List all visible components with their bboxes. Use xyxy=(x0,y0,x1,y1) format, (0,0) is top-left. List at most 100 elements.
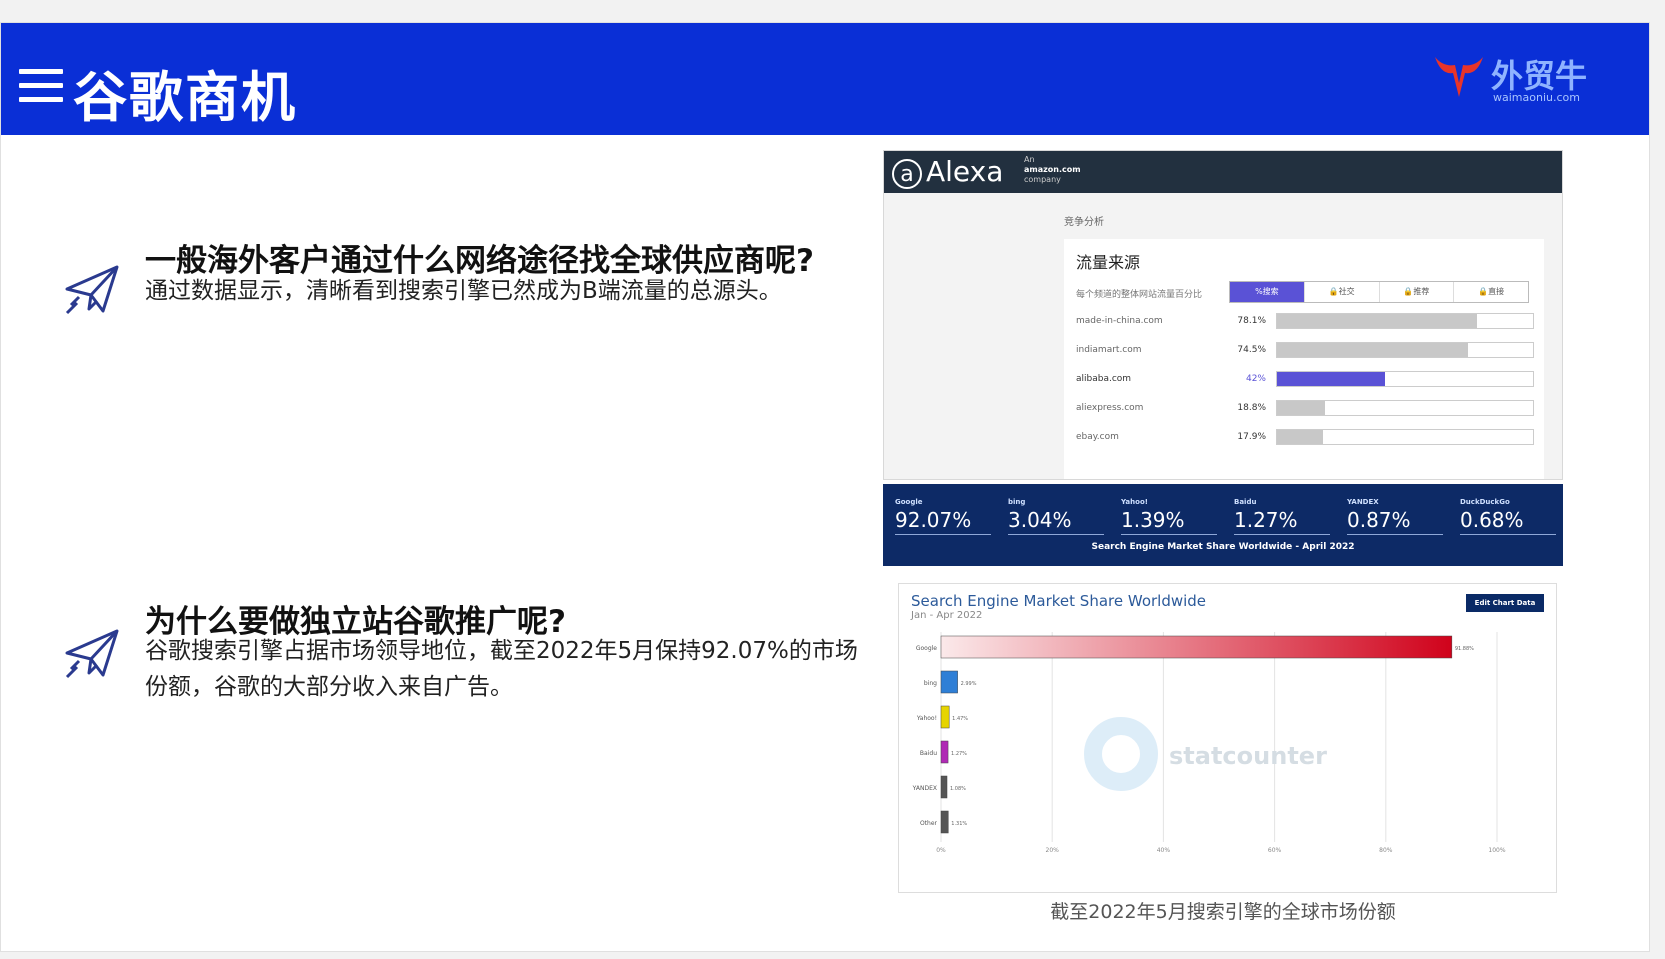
site-percent: 18.8% xyxy=(1237,403,1266,413)
site-percent: 74.5% xyxy=(1237,345,1266,355)
alexa-topbar: a Alexa An amazon.com company xyxy=(884,151,1562,193)
banner-stat: Baidu 1.27% xyxy=(1234,498,1330,535)
site-name: alibaba.com xyxy=(1076,374,1132,384)
banner-stat: Google 92.07% xyxy=(895,498,991,535)
bar-value-label: 1.47% xyxy=(952,716,968,722)
bar xyxy=(940,705,950,729)
x-tick-label: 100% xyxy=(1488,847,1505,854)
percent-bar xyxy=(1277,430,1323,444)
engine-share: 0.68% xyxy=(1460,508,1556,535)
page-title: 谷歌商机 xyxy=(73,66,297,129)
percent-track xyxy=(1276,400,1534,416)
bar xyxy=(940,775,948,799)
market-share-banner: Google 92.07% bing 3.04% Yahoo! 1.39% Baidu 1.2… xyxy=(883,484,1563,566)
engine-share: 92.07% xyxy=(895,508,991,535)
site-percent: 42% xyxy=(1245,374,1266,384)
watermark-text: statcounter xyxy=(1169,742,1327,770)
bar xyxy=(940,670,958,694)
traffic-row: aliexpress.com 18.8% xyxy=(1076,400,1536,418)
question-2-body: 谷歌搜索引擎占据市场领导地位，截至2022年5月保持92.07%的市场份额，谷歌… xyxy=(145,638,858,700)
alexa-tagline-an: An xyxy=(1024,155,1035,164)
banner-title: Search Engine Market Share Worldwide - A… xyxy=(1091,542,1355,552)
banner-stat: bing 3.04% xyxy=(1008,498,1104,535)
percent-track xyxy=(1276,371,1534,387)
traffic-row: made-in-china.com 78.1% xyxy=(1076,313,1536,331)
site-name: indiamart.com xyxy=(1076,345,1142,355)
category-label: Google xyxy=(916,645,937,652)
x-tick-label: 0% xyxy=(936,847,946,854)
percent-track xyxy=(1276,429,1534,445)
tab-referral[interactable]: 🔒推荐 xyxy=(1378,282,1454,302)
tab-direct[interactable]: 🔒直接 xyxy=(1453,282,1528,302)
engine-name: Google xyxy=(895,498,923,506)
bar-value-label: 91.88% xyxy=(1455,646,1474,652)
alexa-tagline: An amazon.com company xyxy=(1024,155,1081,185)
engine-share: 0.87% xyxy=(1347,508,1443,535)
category-label: Baidu xyxy=(920,750,937,757)
brand-logo: 外贸牛 waimaoniu.com xyxy=(1431,51,1601,111)
banner-stat: Yahoo! 1.39% xyxy=(1121,498,1217,535)
engine-share: 1.39% xyxy=(1121,508,1217,535)
site-name: made-in-china.com xyxy=(1076,316,1163,326)
x-tick-label: 80% xyxy=(1379,847,1393,854)
traffic-row: ebay.com 17.9% xyxy=(1076,429,1536,447)
site-percent: 17.9% xyxy=(1237,432,1266,442)
header-bar: 谷歌商机 外贸牛 waimaoniu.com xyxy=(1,23,1649,135)
site-name: aliexpress.com xyxy=(1076,403,1144,413)
brand-url: waimaoniu.com xyxy=(1493,91,1580,104)
percent-bar xyxy=(1277,372,1385,386)
alexa-a-icon: a xyxy=(892,159,922,189)
x-tick-label: 60% xyxy=(1268,847,1282,854)
tab-search[interactable]: %搜索 xyxy=(1230,282,1304,302)
engine-name: Baidu xyxy=(1234,498,1257,506)
chart-title: Search Engine Market Share Worldwide xyxy=(911,592,1207,610)
percent-bar xyxy=(1277,343,1468,357)
chart-plot: 0% 20% 40% 60% 80% 100% statcounter Google 91.88… xyxy=(912,632,1506,854)
alexa-logo: a Alexa xyxy=(892,155,1003,189)
chart-subtitle: Jan - Apr 2022 xyxy=(911,610,983,621)
alexa-breadcrumb: 竞争分析 xyxy=(1064,217,1104,228)
traffic-row: indiamart.com 74.5% xyxy=(1076,342,1536,360)
percent-bar xyxy=(1277,401,1326,415)
category-label: bing xyxy=(924,680,937,687)
edit-chart-data-button[interactable]: Edit Chart Data xyxy=(1466,594,1544,612)
bull-icon xyxy=(1435,57,1483,97)
x-tick-label: 20% xyxy=(1046,847,1060,854)
engine-share: 3.04% xyxy=(1008,508,1104,535)
engine-name: YANDEX xyxy=(1347,498,1379,506)
site-name: ebay.com xyxy=(1076,432,1119,442)
card-title: 流量来源 xyxy=(1076,253,1141,272)
traffic-source-card: 流量来源 每个频道的整体网站流量百分比 %搜索 🔒社交 🔒推荐 🔒直接 made… xyxy=(1064,239,1544,479)
engine-name: DuckDuckGo xyxy=(1460,498,1510,506)
tab-social[interactable]: 🔒社交 xyxy=(1303,282,1379,302)
engine-share: 1.27% xyxy=(1234,508,1330,535)
paper-plane-icon xyxy=(65,265,119,315)
bar-value-label: 2.99% xyxy=(961,681,977,687)
paper-plane-icon xyxy=(65,629,119,679)
card-label: 每个频道的整体网站流量百分比 xyxy=(1076,290,1203,300)
bar xyxy=(940,635,1453,659)
figure-caption: 截至2022年5月搜索引擎的全球市场份额 xyxy=(1050,901,1396,923)
category-label: Other xyxy=(920,820,938,827)
bar-value-label: 1.31% xyxy=(951,821,967,827)
alexa-screenshot: a Alexa An amazon.com company 竞争分析 流量来源 每… xyxy=(883,150,1563,480)
percent-track xyxy=(1276,313,1534,329)
x-tick-label: 40% xyxy=(1157,847,1171,854)
market-share-chart: Search Engine Market Share Worldwide Jan… xyxy=(898,583,1557,893)
percent-track xyxy=(1276,342,1534,358)
bar-value-label: 1.27% xyxy=(951,751,967,757)
alexa-logo-text: Alexa xyxy=(926,155,1004,188)
menu-icon[interactable] xyxy=(19,69,63,103)
traffic-row: alibaba.com 42% xyxy=(1076,371,1536,389)
alexa-tagline-company: amazon.com xyxy=(1024,165,1081,174)
site-percent: 78.1% xyxy=(1237,316,1266,326)
bar xyxy=(940,740,949,764)
statcounter-watermark-icon xyxy=(1084,717,1158,791)
category-label: YANDEX xyxy=(912,785,937,792)
alexa-tagline-suffix: company xyxy=(1024,175,1061,184)
percent-bar xyxy=(1277,314,1477,328)
question-1-body: 通过数据显示，清晰看到搜索引擎已然成为B端流量的总源头。 xyxy=(145,278,782,304)
category-label: Yahoo! xyxy=(916,715,937,722)
channel-tabs: %搜索 🔒社交 🔒推荐 🔒直接 xyxy=(1229,281,1529,303)
engine-name: Yahoo! xyxy=(1121,498,1148,506)
